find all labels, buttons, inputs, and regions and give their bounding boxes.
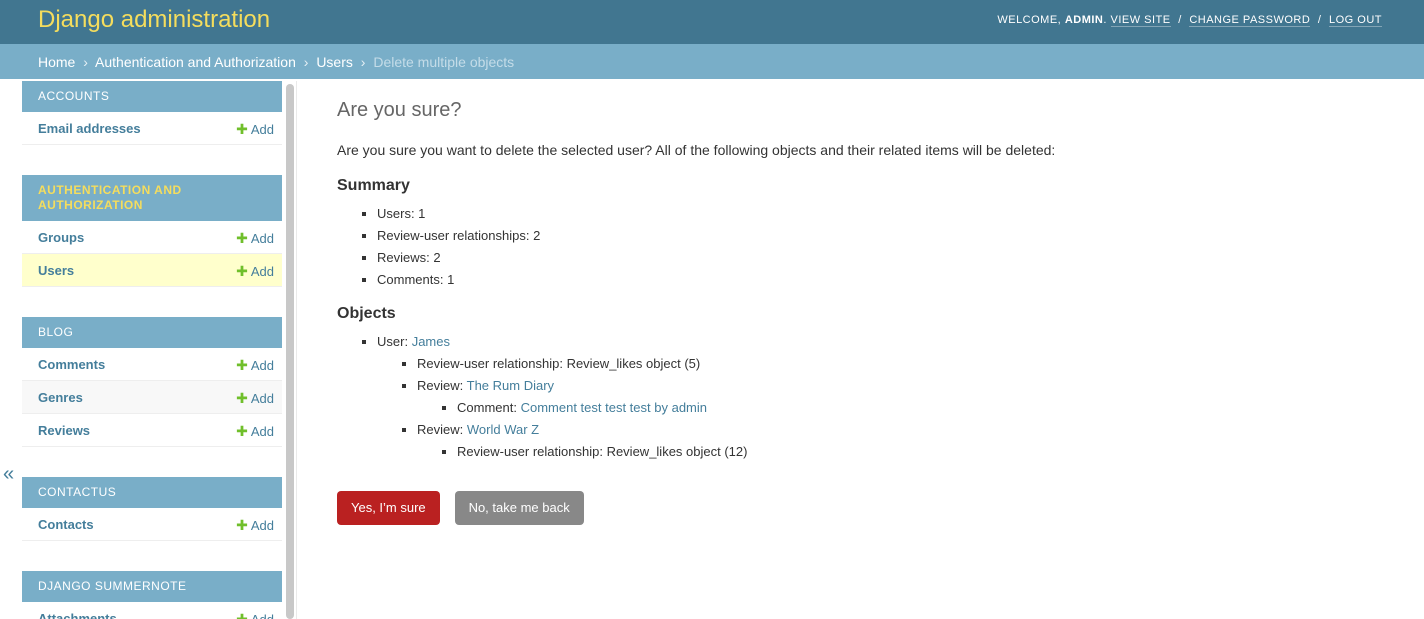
breadcrumb-current: Delete multiple objects (373, 54, 515, 70)
sidebar-item-genres: Genres ✚ Add (22, 381, 282, 414)
summary-item: Reviews: 2 (377, 247, 1387, 269)
review-link[interactable]: World War Z (467, 422, 539, 437)
delete-confirmation-intro: Are you sure you want to delete the sele… (337, 142, 1056, 158)
log-out-link[interactable]: LOG OUT (1328, 14, 1382, 27)
module-caption-contactus[interactable]: Contactus (22, 477, 282, 508)
add-plus-icon: ✚ (236, 390, 248, 406)
breadcrumb-app[interactable]: Authentication and Authorization (95, 54, 296, 70)
module-caption-summernote[interactable]: Django Summernote (22, 571, 282, 602)
sidebar-model-link[interactable]: Email addresses (38, 121, 141, 136)
object-item-review: Review: World War Z Review-user relation… (417, 419, 1387, 463)
user-link[interactable]: James (412, 334, 450, 349)
breadcrumb-separator: › (83, 54, 88, 70)
add-plus-icon: ✚ (236, 230, 248, 246)
confirmation-buttons: Yes, I’m sure No, take me back (337, 491, 584, 525)
object-item-comment: Comment: Comment test test test by admin (457, 397, 1387, 419)
user-tools-separator: / (1317, 14, 1322, 26)
add-label: Add (250, 231, 274, 246)
object-item-review: Review: The Rum Diary Comment: Comment t… (417, 375, 1387, 419)
object-prefix: Comment: (457, 400, 517, 415)
view-site-link[interactable]: VIEW SITE (1110, 14, 1171, 27)
object-prefix: Review: (417, 378, 464, 393)
user-tools: WELCOME, ADMIN. VIEW SITE / CHANGE PASSW… (997, 14, 1382, 27)
object-prefix: User: (377, 334, 409, 349)
object-item-relationship: Review-user relationship: Review_likes o… (417, 353, 1387, 375)
cancel-button[interactable]: No, take me back (454, 491, 584, 525)
main-content: Are you sure? Are you sure you want to d… (337, 99, 1387, 475)
welcome-text: WELCOME, (997, 14, 1062, 26)
breadcrumb-separator: › (360, 54, 366, 70)
add-plus-icon: ✚ (236, 423, 248, 439)
comment-link[interactable]: Comment test test test by admin (521, 400, 707, 415)
object-sublist: Comment: Comment test test test by admin (417, 397, 1387, 419)
add-contact-button[interactable]: ✚ Add (236, 517, 274, 534)
add-plus-icon: ✚ (236, 121, 248, 137)
breadcrumb-home[interactable]: Home (38, 54, 75, 70)
summary-item: Review-user relationships: 2 (377, 225, 1387, 247)
object-item-relationship: Review-user relationship: Review_likes o… (457, 441, 1387, 463)
add-label: Add (251, 612, 274, 619)
add-plus-icon: ✚ (236, 263, 248, 279)
breadcrumb-separator: › (303, 54, 309, 70)
sidebar-item-email-addresses: Email addresses ✚ Add (22, 112, 282, 145)
objects-heading: Objects (337, 305, 396, 322)
object-item-user: User: James Review-user relationship: Re… (377, 331, 1387, 463)
username: ADMIN (1064, 14, 1104, 26)
add-label: Add (250, 424, 274, 439)
review-link[interactable]: The Rum Diary (467, 378, 554, 393)
sidebar-item-attachments: Attachments ✚Add (22, 602, 282, 619)
sidebar-model-link[interactable]: Groups (38, 230, 84, 245)
change-password-link[interactable]: CHANGE PASSWORD (1189, 14, 1311, 27)
sidebar-model-link[interactable]: Comments (38, 357, 105, 372)
add-review-button[interactable]: ✚ Add (236, 423, 274, 440)
header: Django administration WELCOME, ADMIN. VI… (0, 0, 1424, 44)
nav-sidebar: Accounts Email addresses ✚ Add Authentica… (22, 81, 282, 619)
add-label: Add (250, 122, 274, 137)
user-tools-separator: / (1178, 14, 1182, 26)
module-caption-accounts[interactable]: Accounts (22, 81, 282, 112)
toggle-nav-sidebar-icon[interactable]: « (3, 464, 14, 484)
object-sublist: Review-user relationship: Review_likes o… (417, 441, 1387, 463)
sidebar-item-comments: Comments ✚ Add (22, 348, 282, 381)
module-caption-authentication[interactable]: Authentication and Authorization (22, 175, 282, 221)
add-plus-icon: ✚ (236, 611, 248, 619)
add-email-address-button[interactable]: ✚ Add (236, 121, 274, 138)
add-plus-icon: ✚ (236, 517, 248, 533)
sidebar-model-link[interactable]: Reviews (38, 423, 90, 438)
sidebar-item-groups: Groups ✚ Add (22, 221, 282, 254)
add-label: Add (250, 518, 274, 533)
sidebar-item-reviews: Reviews ✚ Add (22, 414, 282, 447)
site-branding[interactable]: Django administration (38, 6, 270, 34)
summary-item: Users: 1 (377, 203, 1387, 225)
add-label: Add (250, 391, 274, 406)
sidebar-model-link[interactable]: Genres (38, 390, 83, 405)
summary-item: Comments: 1 (377, 269, 1387, 291)
page-title: Are you sure? (337, 99, 462, 121)
module-caption-blog[interactable]: Blog (22, 317, 282, 348)
object-sublist: Review-user relationship: Review_likes o… (377, 353, 1387, 463)
sidebar-item-contacts: Contacts ✚ Add (22, 508, 282, 541)
object-prefix: Review: (417, 422, 464, 437)
sidebar-scrollbar[interactable] (286, 84, 294, 619)
add-label: Add (250, 264, 274, 279)
summary-list: Users: 1 Review-user relationships: 2 Re… (337, 203, 1387, 291)
sidebar-divider (296, 81, 297, 619)
add-plus-icon: ✚ (236, 357, 248, 373)
confirm-delete-button[interactable]: Yes, I’m sure (337, 491, 440, 525)
add-label: Add (250, 358, 274, 373)
add-genre-button[interactable]: ✚ Add (236, 390, 274, 407)
summary-heading: Summary (337, 177, 410, 194)
sidebar-item-users: Users ✚ Add (22, 254, 282, 287)
sidebar-model-link[interactable]: Contacts (38, 517, 94, 532)
breadcrumb-model[interactable]: Users (316, 54, 353, 70)
add-attachment-button[interactable]: ✚Add (236, 611, 274, 619)
objects-list: User: James Review-user relationship: Re… (337, 331, 1387, 463)
add-group-button[interactable]: ✚ Add (236, 230, 274, 247)
add-comment-button[interactable]: ✚ Add (236, 357, 274, 374)
add-user-button[interactable]: ✚ Add (236, 263, 274, 280)
sidebar-model-link[interactable]: Attachments (38, 611, 117, 619)
breadcrumb: Home › Authentication and Authorization … (0, 44, 1424, 79)
sidebar-model-link[interactable]: Users (38, 263, 74, 278)
